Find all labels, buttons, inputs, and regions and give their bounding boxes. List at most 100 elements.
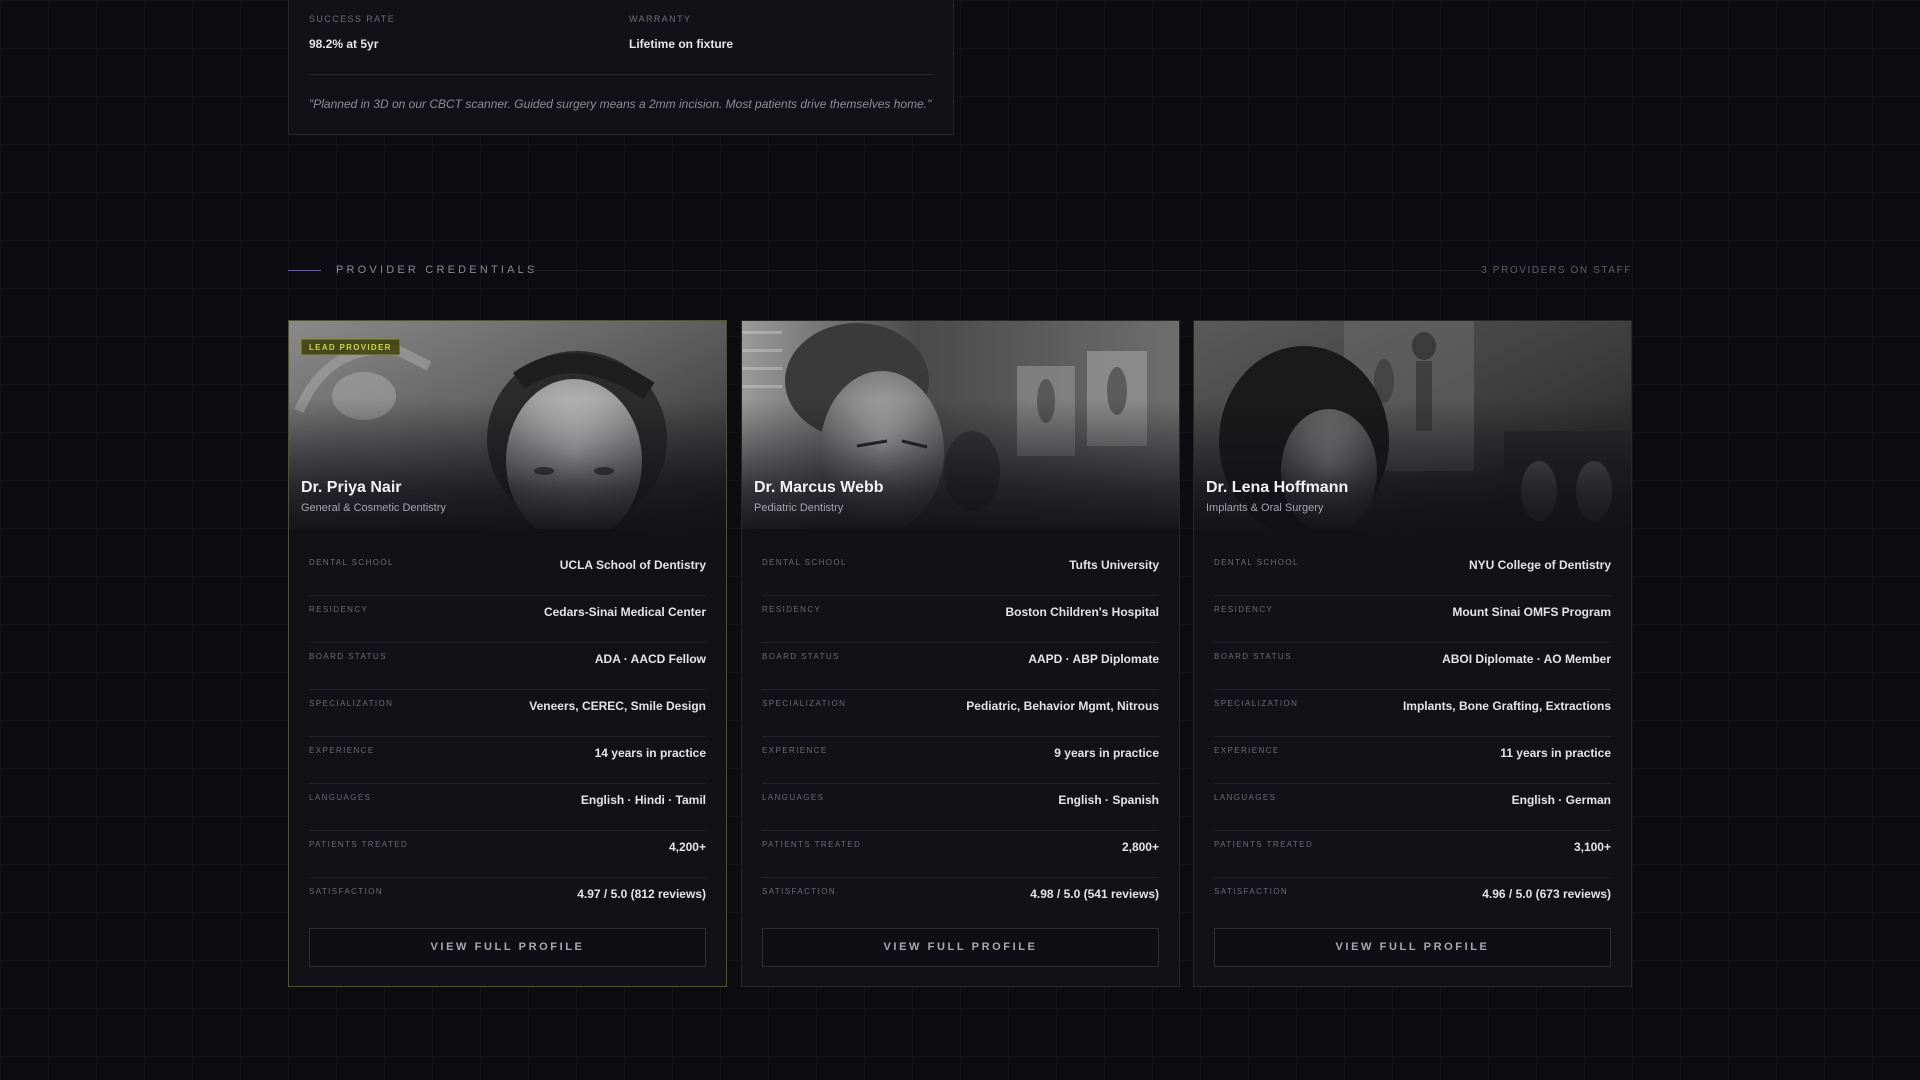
credential-row: BOARD STATUS ADA · AACD Fellow	[309, 643, 706, 690]
credential-label: DENTAL SCHOOL	[309, 558, 394, 567]
credential-label: LANGUAGES	[309, 793, 372, 802]
credential-label: LANGUAGES	[762, 793, 825, 802]
credential-value: AAPD · ABP Diplomate	[1028, 652, 1159, 666]
provider-specialty: Pediatric Dentistry	[754, 502, 844, 514]
stat-value: 98.2% at 5yr	[309, 37, 379, 51]
provider-count: 3 PROVIDERS ON STAFF	[1481, 265, 1632, 276]
provider-specialty: Implants & Oral Surgery	[1206, 502, 1324, 514]
credential-row: RESIDENCY Boston Children's Hospital	[762, 596, 1159, 643]
divider	[309, 74, 933, 75]
credential-label: RESIDENCY	[762, 605, 822, 614]
credential-row: SATISFACTION 4.96 / 5.0 (673 reviews)	[1214, 878, 1611, 925]
section-accent-line	[288, 270, 321, 271]
view-full-profile-button[interactable]: VIEW FULL PROFILE	[762, 928, 1159, 967]
credential-row: SATISFACTION 4.97 / 5.0 (812 reviews)	[309, 878, 706, 925]
credential-value: Implants, Bone Grafting, Extractions	[1402, 699, 1611, 713]
credential-label: BOARD STATUS	[762, 652, 840, 661]
credential-label: RESIDENCY	[1214, 605, 1274, 614]
credential-row: EXPERIENCE 9 years in practice	[762, 737, 1159, 784]
credential-row: PATIENTS TREATED 2,800+	[762, 831, 1159, 878]
stat-label: WARRANTY	[629, 14, 692, 24]
provider-specialty: General & Cosmetic Dentistry	[301, 502, 446, 514]
provider-card: Dr. Lena Hoffmann Implants & Oral Surger…	[1193, 320, 1632, 987]
credential-label: PATIENTS TREATED	[309, 840, 409, 849]
provider-name: Dr. Lena Hoffmann	[1206, 479, 1349, 496]
credential-row: LANGUAGES English · German	[1214, 784, 1611, 831]
credential-value: 14 years in practice	[594, 746, 706, 760]
credential-value: Veneers, CEREC, Smile Design	[529, 699, 706, 713]
credential-label: SPECIALIZATION	[1214, 699, 1299, 708]
credential-label: EXPERIENCE	[1214, 746, 1280, 755]
credential-value: Boston Children's Hospital	[1005, 605, 1159, 619]
credential-row: EXPERIENCE 11 years in practice	[1214, 737, 1611, 784]
credential-value: 2,800+	[1121, 840, 1159, 854]
stat-value: Lifetime on fixture	[629, 37, 734, 51]
credential-value: 11 years in practice	[1500, 746, 1611, 760]
view-full-profile-button[interactable]: VIEW FULL PROFILE	[309, 928, 706, 967]
credential-value: ABOI Diplomate · AO Member	[1442, 652, 1611, 666]
credential-row: LANGUAGES English · Hindi · Tamil	[309, 784, 706, 831]
credential-row: SATISFACTION 4.98 / 5.0 (541 reviews)	[762, 878, 1159, 925]
credential-row: RESIDENCY Mount Sinai OMFS Program	[1214, 596, 1611, 643]
credential-list: DENTAL SCHOOL NYU College of Dentistry RE…	[1214, 549, 1611, 925]
lead-provider-badge: LEAD PROVIDER	[301, 339, 400, 355]
credential-value: 9 years in practice	[1054, 746, 1159, 760]
credential-value: 4.98 / 5.0 (541 reviews)	[1030, 887, 1159, 901]
view-full-profile-button[interactable]: VIEW FULL PROFILE	[1214, 928, 1611, 967]
provider-name: Dr. Priya Nair	[301, 479, 402, 496]
credential-label: DENTAL SCHOOL	[762, 558, 847, 567]
credential-value: ADA · AACD Fellow	[594, 652, 706, 666]
procedure-card: SUCCESS RATE 98.2% at 5yr WARRANTY Lifet…	[288, 0, 954, 135]
credential-row: SPECIALIZATION Implants, Bone Grafting, E…	[1214, 690, 1611, 737]
stat-label: SUCCESS RATE	[309, 14, 396, 24]
provider-card: LEAD PROVIDER Dr. Priya Nair General & C…	[288, 320, 727, 987]
credential-row: EXPERIENCE 14 years in practice	[309, 737, 706, 784]
credential-value: English · German	[1511, 793, 1611, 807]
credential-row: DENTAL SCHOOL NYU College of Dentistry	[1214, 549, 1611, 596]
credential-label: EXPERIENCE	[309, 746, 375, 755]
credential-label: DENTAL SCHOOL	[1214, 558, 1299, 567]
credential-row: DENTAL SCHOOL Tufts University	[762, 549, 1159, 596]
stat-success-rate: SUCCESS RATE 98.2% at 5yr	[309, 14, 395, 51]
procedure-quote: "Planned in 3D on our CBCT scanner. Guid…	[309, 97, 932, 111]
credential-value: NYU College of Dentistry	[1468, 558, 1611, 572]
credential-label: PATIENTS TREATED	[762, 840, 862, 849]
credential-value: Cedars-Sinai Medical Center	[543, 605, 706, 619]
credential-row: LANGUAGES English · Spanish	[762, 784, 1159, 831]
credential-row: BOARD STATUS ABOI Diplomate · AO Member	[1214, 643, 1611, 690]
provider-photo	[1194, 321, 1631, 529]
section-title: PROVIDER CREDENTIALS	[336, 264, 538, 276]
credential-list: DENTAL SCHOOL Tufts University RESIDENCY B…	[762, 549, 1159, 925]
section-rule	[533, 270, 1482, 271]
credential-list: DENTAL SCHOOL UCLA School of Dentistry RE…	[309, 549, 706, 925]
credential-label: RESIDENCY	[309, 605, 369, 614]
credential-row: PATIENTS TREATED 4,200+	[309, 831, 706, 878]
credential-label: BOARD STATUS	[1214, 652, 1292, 661]
credential-row: PATIENTS TREATED 3,100+	[1214, 831, 1611, 878]
credential-value: UCLA School of Dentistry	[559, 558, 706, 572]
credential-row: SPECIALIZATION Veneers, CEREC, Smile Desi…	[309, 690, 706, 737]
provider-name: Dr. Marcus Webb	[754, 479, 884, 496]
section-header: PROVIDER CREDENTIALS 3 PROVIDERS ON STAF…	[288, 264, 1632, 278]
credential-label: SATISFACTION	[309, 887, 383, 896]
credential-label: EXPERIENCE	[762, 746, 828, 755]
credential-label: PATIENTS TREATED	[1214, 840, 1314, 849]
credential-row: BOARD STATUS AAPD · ABP Diplomate	[762, 643, 1159, 690]
provider-card: Dr. Marcus Webb Pediatric Dentistry DENT…	[741, 320, 1180, 987]
credential-value: Pediatric, Behavior Mgmt, Nitrous	[966, 699, 1159, 713]
credential-value: 4.96 / 5.0 (673 reviews)	[1482, 887, 1611, 901]
credential-row: RESIDENCY Cedars-Sinai Medical Center	[309, 596, 706, 643]
stat-warranty: WARRANTY Lifetime on fixture	[629, 14, 733, 51]
credential-label: SPECIALIZATION	[309, 699, 394, 708]
credential-value: 4,200+	[668, 840, 706, 854]
credential-value: Tufts University	[1069, 558, 1159, 572]
credential-value: English · Hindi · Tamil	[580, 793, 706, 807]
credential-value: Mount Sinai OMFS Program	[1452, 605, 1611, 619]
credential-label: BOARD STATUS	[309, 652, 387, 661]
provider-photo	[742, 321, 1179, 529]
credential-row: DENTAL SCHOOL UCLA School of Dentistry	[309, 549, 706, 596]
credential-value: 3,100+	[1573, 840, 1611, 854]
credential-label: SPECIALIZATION	[762, 699, 847, 708]
credential-label: SATISFACTION	[762, 887, 836, 896]
credential-label: SATISFACTION	[1214, 887, 1288, 896]
